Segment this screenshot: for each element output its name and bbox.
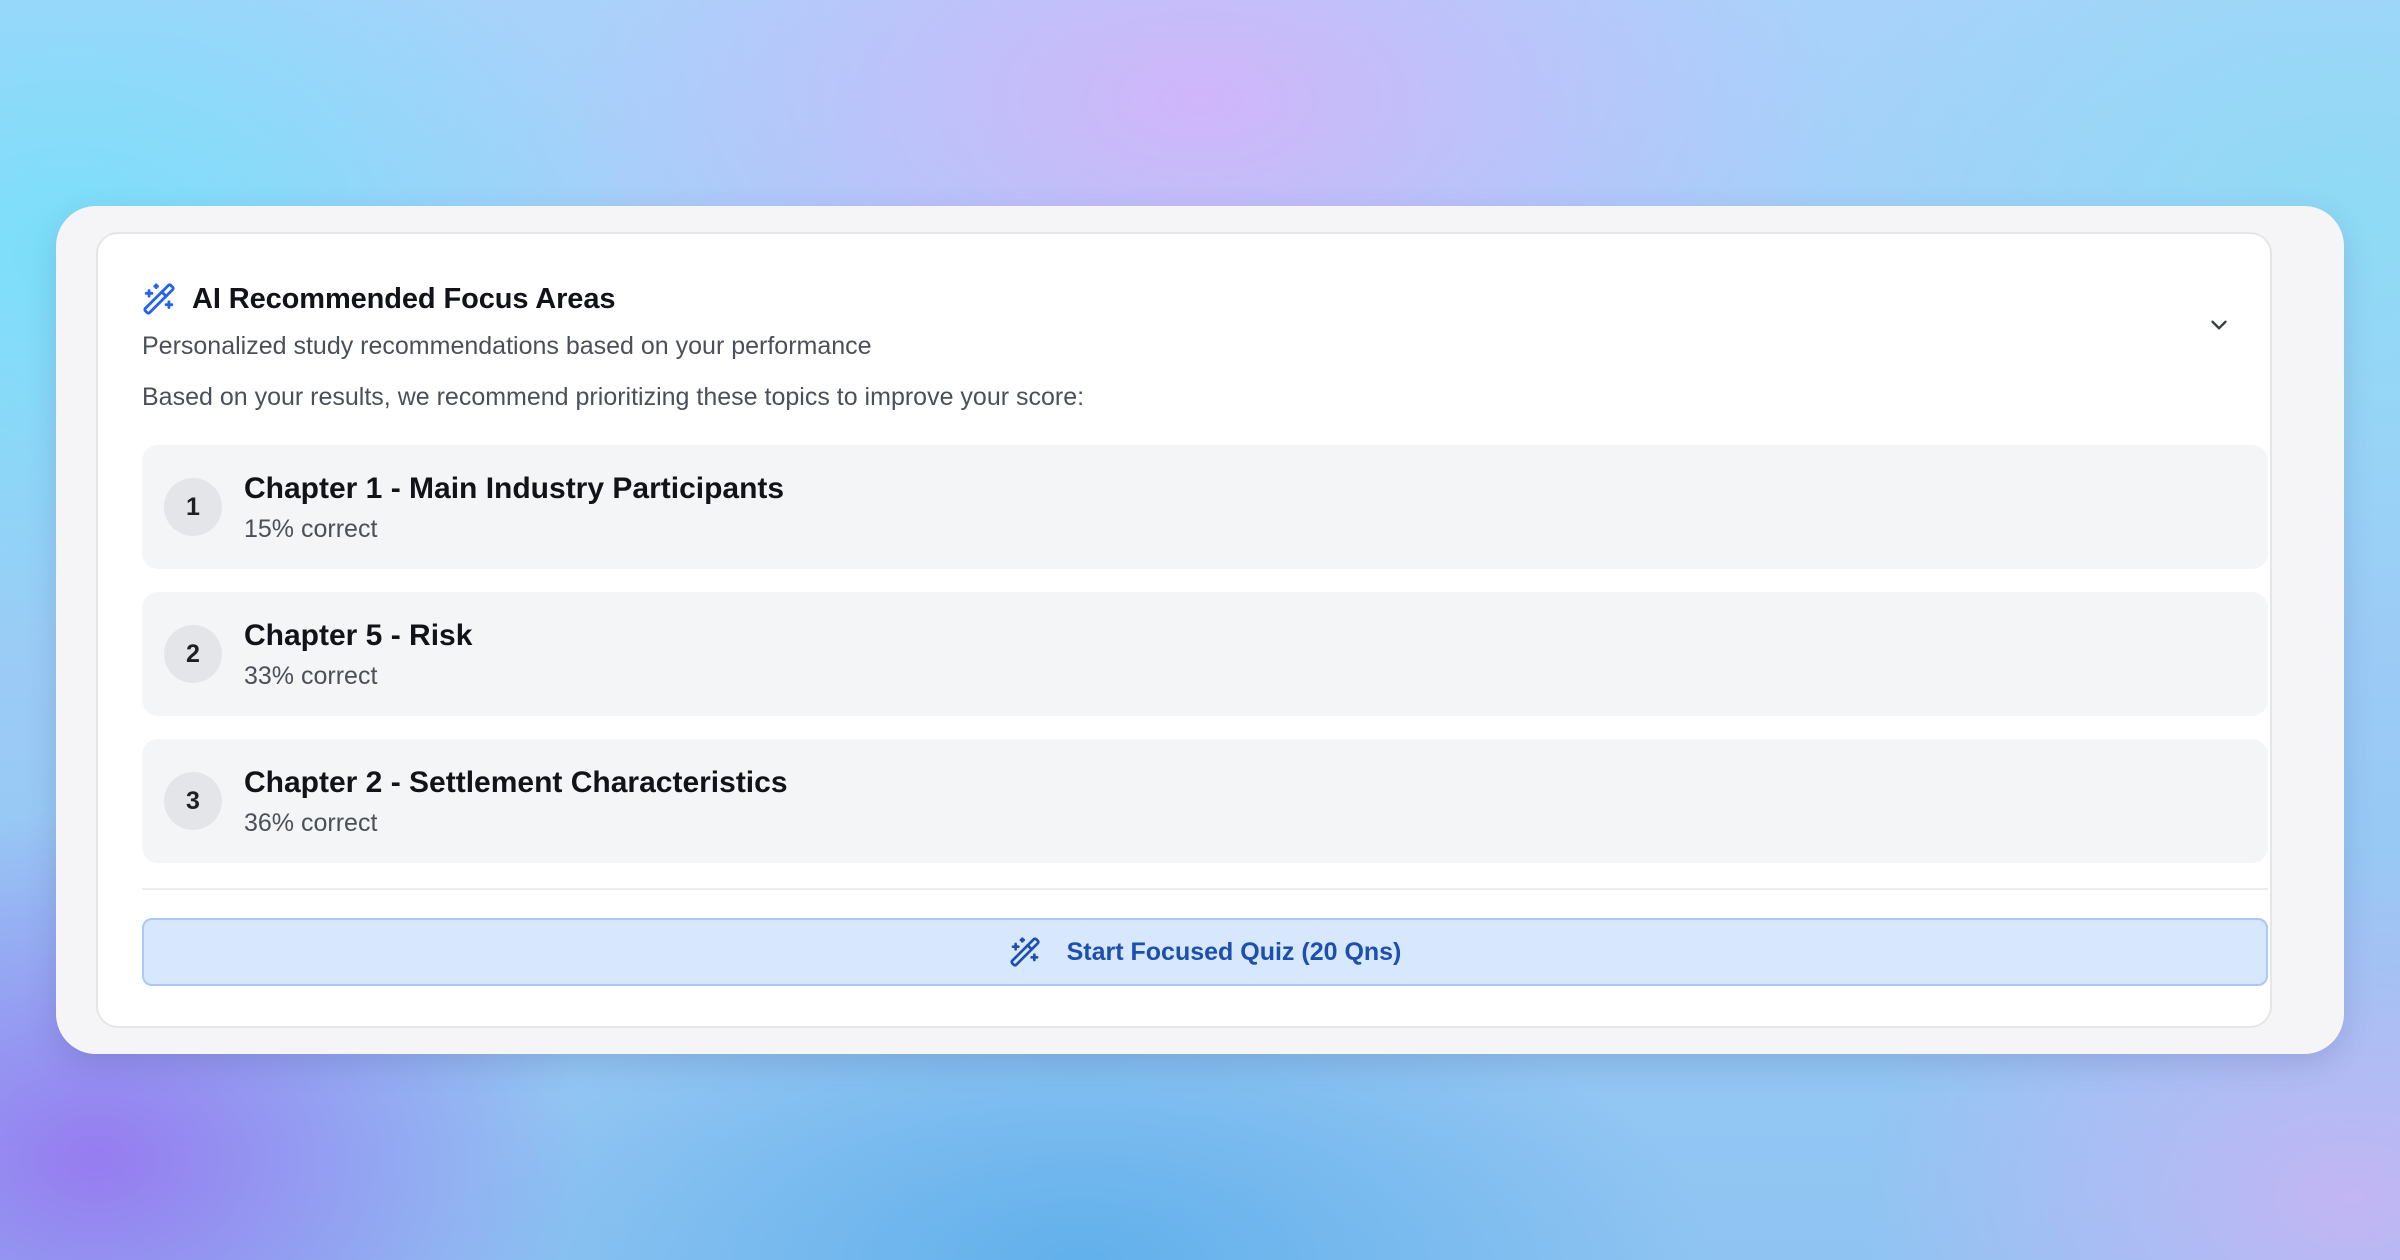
topic-name: Chapter 5 - Risk <box>244 619 473 652</box>
rank-badge: 1 <box>164 478 222 536</box>
start-quiz-label: Start Focused Quiz (20 Qns) <box>1066 937 1402 966</box>
list-item: 2 Chapter 5 - Risk 33% correct <box>142 592 2268 716</box>
topic-name: Chapter 1 - Main Industry Participants <box>244 472 785 505</box>
rank-badge: 2 <box>164 625 222 683</box>
list-item: 1 Chapter 1 - Main Industry Participants… <box>142 445 2268 569</box>
divider <box>142 888 2268 890</box>
card-header: AI Recommended Focus Areas <box>142 282 616 316</box>
list-item: 3 Chapter 2 - Settlement Characteristics… <box>142 739 2268 863</box>
topic-score: 36% correct <box>244 809 378 837</box>
chevron-down-icon <box>2206 312 2232 338</box>
focus-areas-card: AI Recommended Focus Areas Personalized … <box>96 232 2272 1028</box>
card-subtitle: Personalized study recommendations based… <box>142 332 872 360</box>
topic-score: 15% correct <box>244 515 378 543</box>
topic-list: 1 Chapter 1 - Main Industry Participants… <box>142 445 2268 886</box>
collapse-button[interactable] <box>2196 302 2242 348</box>
topic-name: Chapter 2 - Settlement Characteristics <box>244 766 788 799</box>
magic-wand-icon <box>1009 936 1041 968</box>
intro-text: Based on your results, we recommend prio… <box>142 383 1085 411</box>
outer-frame: AI Recommended Focus Areas Personalized … <box>56 206 2344 1054</box>
topic-score: 33% correct <box>244 662 378 690</box>
card-title: AI Recommended Focus Areas <box>192 282 616 315</box>
rank-badge: 3 <box>164 772 222 830</box>
magic-wand-icon <box>142 282 176 316</box>
start-focused-quiz-button[interactable]: Start Focused Quiz (20 Qns) <box>142 918 2268 986</box>
